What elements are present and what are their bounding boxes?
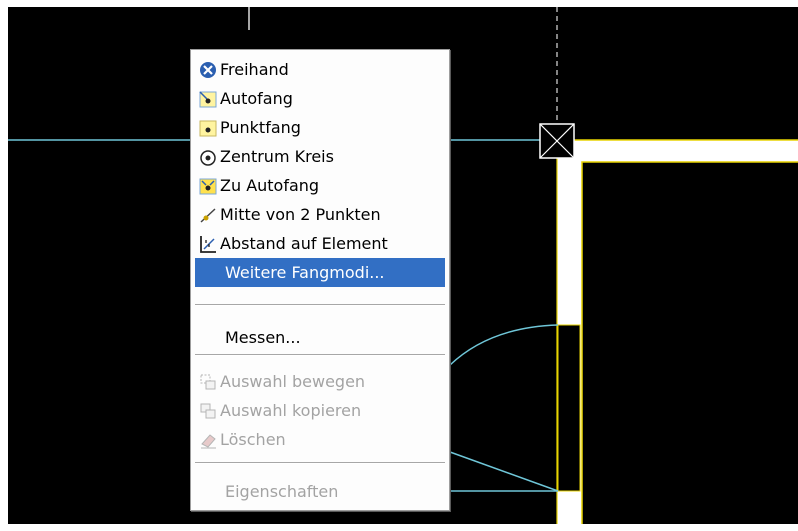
- menu-item-label: Autofang: [220, 89, 293, 108]
- to-autosnap-icon: [198, 176, 218, 196]
- menu-separator: [195, 354, 445, 356]
- menu-item-label: Weitere Fangmodi...: [225, 263, 385, 282]
- menu-item-label: Löschen: [220, 430, 286, 449]
- menu-item-zu-autofang[interactable]: Zu Autofang: [195, 171, 445, 200]
- midpoint-icon: [198, 205, 218, 225]
- distance-on-element-icon: [198, 234, 218, 254]
- freehand-icon: [198, 60, 218, 80]
- pointsnap-icon: [198, 118, 218, 138]
- menu-separator: [195, 462, 445, 464]
- menu-item-label: Zu Autofang: [220, 176, 320, 195]
- menu-item-autofang[interactable]: Autofang: [195, 84, 445, 113]
- menu-item-label: Zentrum Kreis: [220, 147, 334, 166]
- menu-separator: [195, 304, 445, 306]
- menu-item-punktfang[interactable]: Punktfang: [195, 113, 445, 142]
- menu-item-label: Abstand auf Element: [220, 234, 388, 253]
- menu-item-abstand-auf-element[interactable]: Abstand auf Element: [195, 229, 445, 258]
- menu-item-zentrum-kreis[interactable]: Zentrum Kreis: [195, 142, 445, 171]
- move-selection-icon: [198, 372, 218, 392]
- menu-item-eigenschaften[interactable]: Eigenschaften: [195, 477, 445, 506]
- menu-item-label: Freihand: [220, 60, 289, 79]
- menu-item-label: Eigenschaften: [225, 482, 339, 501]
- copy-selection-icon: [198, 401, 218, 421]
- snap-context-menu: Freihand Autofang Punktfang Zentrum Krei…: [190, 49, 450, 511]
- menu-item-auswahl-kopieren[interactable]: Auswahl kopieren: [195, 396, 445, 425]
- menu-item-messen[interactable]: Messen...: [195, 323, 445, 352]
- menu-item-label: Auswahl bewegen: [220, 372, 366, 391]
- autosnap-icon: [198, 89, 218, 109]
- menu-item-mitte-von-2-punkten[interactable]: Mitte von 2 Punkten: [195, 200, 445, 229]
- menu-item-freihand[interactable]: Freihand: [195, 55, 445, 84]
- circle-center-icon: [198, 147, 218, 167]
- eraser-icon: [198, 430, 218, 450]
- menu-item-auswahl-bewegen[interactable]: Auswahl bewegen: [195, 367, 445, 396]
- snap-marker-icon: [539, 123, 575, 159]
- menu-item-label: Messen...: [225, 328, 301, 347]
- menu-item-loeschen[interactable]: Löschen: [195, 425, 445, 454]
- menu-item-weitere-fangmodi[interactable]: Weitere Fangmodi...: [195, 258, 445, 287]
- menu-item-label: Auswahl kopieren: [220, 401, 362, 420]
- menu-item-label: Punktfang: [220, 118, 301, 137]
- door-opening[interactable]: [557, 324, 581, 492]
- menu-item-label: Mitte von 2 Punkten: [220, 205, 381, 224]
